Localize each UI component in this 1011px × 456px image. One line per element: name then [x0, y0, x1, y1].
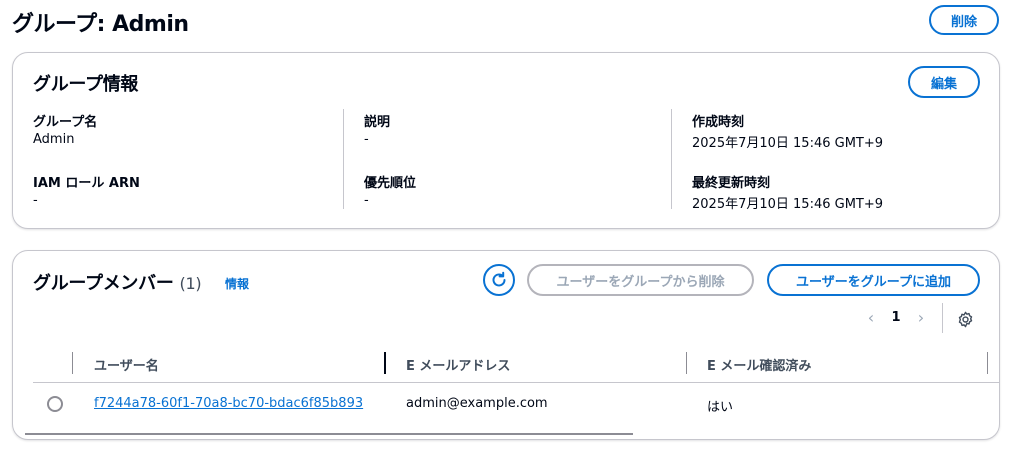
page-title: グループ: Admin	[12, 12, 189, 37]
group-name-label: グループ名	[33, 115, 98, 130]
refresh-icon	[492, 271, 506, 287]
iam-role-arn-label: IAM ロール ARN	[33, 176, 140, 191]
info-link[interactable]: 情報	[225, 275, 249, 292]
group-members-title-text: グループメンバー	[33, 273, 174, 294]
add-user-to-group-button[interactable]: ユーザーをグループに追加	[767, 264, 980, 296]
column-header-email-verified[interactable]: E メール確認済み	[707, 355, 811, 374]
description-label: 説明	[364, 115, 391, 130]
group-name-value: Admin	[33, 132, 75, 147]
verified-cell: はい	[707, 400, 734, 415]
group-members-card: グループメンバー (1) 情報 ユーザーをグループから削除 ユーザーをグループに…	[12, 250, 1000, 440]
group-info-card: グループ情報 編集 グループ名 Admin IAM ロール ARN - 説明 -…	[12, 52, 1000, 229]
chevron-left-icon[interactable]: ‹	[859, 308, 883, 327]
column-resizer[interactable]	[686, 352, 687, 374]
remove-user-from-group-button[interactable]: ユーザーをグループから削除	[527, 264, 754, 296]
iam-role-arn-value: -	[33, 193, 38, 208]
refresh-button[interactable]	[483, 264, 515, 296]
column-resizer[interactable]	[384, 352, 386, 374]
username-link[interactable]: f7244a78-60f1-70a8-bc70-bdac6f85b893	[94, 396, 363, 411]
created-time-value: 2025年7月10日 15:46 GMT+9	[692, 136, 884, 151]
column-header-email[interactable]: E メールアドレス	[406, 355, 510, 374]
table-header-divider	[33, 382, 1000, 383]
description-value: -	[364, 132, 369, 147]
updated-time-value: 2025年7月10日 15:46 GMT+9	[692, 197, 884, 212]
group-members-title: グループメンバー (1)	[33, 269, 202, 295]
column-resizer[interactable]	[987, 352, 988, 374]
edit-button[interactable]: 編集	[908, 66, 980, 98]
horizontal-scrollbar[interactable]	[25, 433, 633, 435]
precedence-value: -	[364, 193, 369, 208]
row-select-radio[interactable]	[47, 396, 63, 412]
group-info-title: グループ情報	[33, 74, 139, 95]
member-count: (1)	[179, 274, 202, 293]
pagination: ‹ 1 ›	[859, 308, 933, 327]
precedence-label: 優先順位	[364, 176, 417, 191]
column-header-username[interactable]: ユーザー名	[94, 355, 159, 374]
gear-icon[interactable]	[957, 311, 974, 328]
column-resizer[interactable]	[72, 352, 73, 374]
column-divider	[343, 109, 344, 209]
delete-group-button[interactable]: 削除	[929, 5, 999, 35]
email-cell: admin@example.com	[406, 396, 548, 411]
column-divider	[671, 109, 672, 209]
created-time-label: 作成時刻	[692, 115, 745, 130]
pager-divider	[942, 303, 943, 333]
updated-time-label: 最終更新時刻	[692, 176, 771, 191]
chevron-right-icon[interactable]: ›	[909, 308, 933, 327]
page-number[interactable]: 1	[883, 310, 909, 325]
